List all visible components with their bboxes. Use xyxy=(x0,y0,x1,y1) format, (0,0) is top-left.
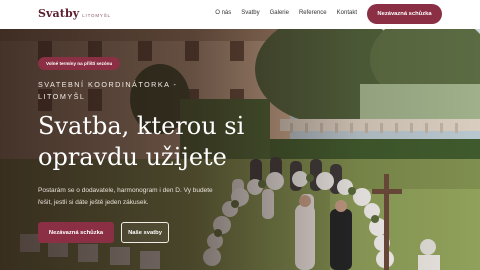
nav-item-o-nas[interactable]: O nás xyxy=(215,10,231,16)
header-cta-button[interactable]: Nezávazná schůzka xyxy=(367,4,442,24)
hero-section: Volné termíny na příští sezónu SVATEBNÍ … xyxy=(0,29,480,270)
schedule-meeting-button[interactable]: Nezávazná schůzka xyxy=(38,222,114,243)
hero-description: Postarám se o dodavatele, harmonogram i … xyxy=(38,187,213,206)
availability-badge: Volné termíny na příští sezónu xyxy=(38,57,121,70)
nav-item-reference[interactable]: Reference xyxy=(299,10,327,16)
site-header: Svatby LITOMYŠL O nás Svatby Galerie Ref… xyxy=(0,0,480,29)
nav-item-kontakt[interactable]: Kontakt xyxy=(337,10,357,16)
nav-item-galerie[interactable]: Galerie xyxy=(270,10,289,16)
hero-eyebrow-location: LITOMYŠL xyxy=(38,92,86,101)
brand-name: Svatby xyxy=(38,7,80,20)
nav-item-svatby[interactable]: Svatby xyxy=(241,10,259,16)
hero-title: Svatba, kterou si opravdu užijete xyxy=(38,112,245,171)
brand-subtitle: LITOMYŠL xyxy=(82,13,111,18)
main-nav: O nás Svatby Galerie Reference Kontakt xyxy=(205,10,357,16)
hero-eyebrow: SVATEBNÍ KOORDINÁTORKA - xyxy=(38,80,178,89)
our-weddings-button[interactable]: Naše svatby xyxy=(121,222,169,243)
brand-logo[interactable]: Svatby LITOMYŠL xyxy=(38,7,111,20)
